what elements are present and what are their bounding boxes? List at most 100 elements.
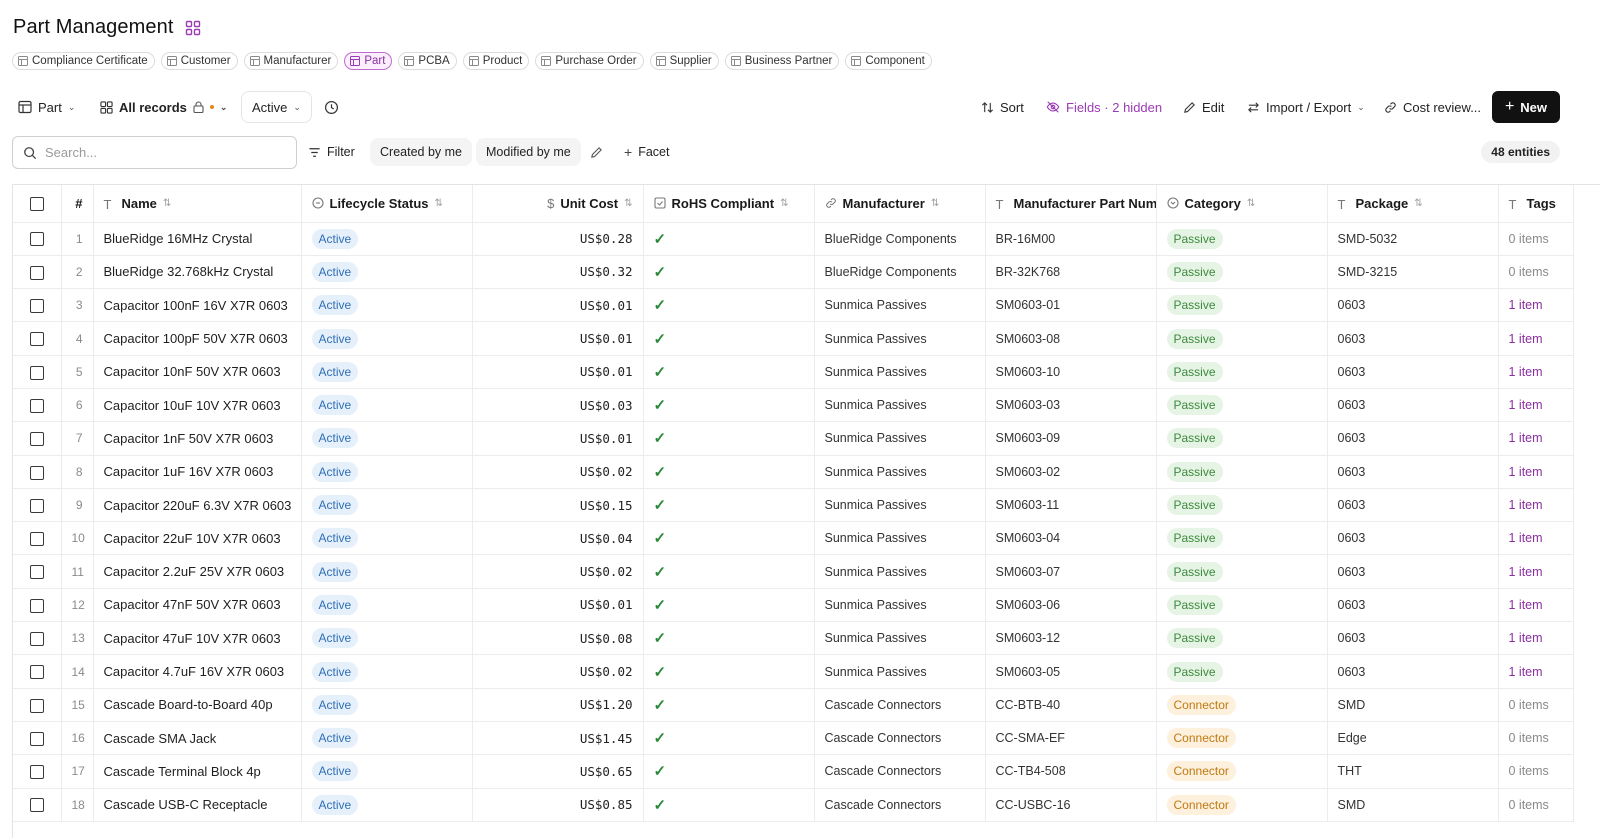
part-name[interactable]: Capacitor 1uF 16V X7R 0603 [93,455,302,489]
table-row[interactable]: 16 Cascade SMA Jack Active US$1.45 ✓ Cascade … [13,721,1574,756]
manufacturer-link[interactable]: Sunmica Passives [814,421,986,456]
tags-cell[interactable]: 0 items [1498,688,1574,722]
tags-cell[interactable]: 0 items [1498,222,1574,256]
part-name[interactable]: Capacitor 4.7uF 16V X7R 0603 [93,654,302,689]
row-checkbox[interactable] [29,698,44,713]
table-row[interactable]: 13 Capacitor 47uF 10V X7R 0603 Active US$0.… [13,621,1574,656]
entity-tab[interactable]: Customer [160,52,238,70]
table-row[interactable]: 15 Cascade Board-to-Board 40p Active US$1.2… [13,688,1574,722]
view-selector[interactable]: All records ⌄ [100,91,227,123]
row-checkbox[interactable] [29,299,44,314]
manufacturer-link[interactable]: Sunmica Passives [814,621,986,656]
manufacturer-link[interactable]: Cascade Connectors [814,688,986,722]
cost-review-button[interactable]: Cost review... [1384,91,1481,123]
part-name[interactable]: Capacitor 10nF 50V X7R 0603 [93,355,302,389]
sort-button[interactable]: Sort [981,91,1024,123]
part-name[interactable]: Capacitor 1nF 50V X7R 0603 [93,421,302,456]
select-all-checkbox[interactable] [29,197,44,212]
part-name[interactable]: Cascade SMA Jack [93,721,302,756]
entity-tab[interactable]: Component [845,52,932,70]
history-button[interactable] [324,91,339,123]
manufacturer-link[interactable]: Sunmica Passives [814,588,986,623]
tags-cell[interactable]: 0 items [1498,255,1574,290]
col-header-category[interactable]: Category ⇅ [1156,185,1328,223]
row-checkbox[interactable] [29,432,44,447]
table-row[interactable]: 5 Capacitor 10nF 50V X7R 0603 Active US$0.0… [13,355,1574,389]
col-header-rohs[interactable]: RoHS Compliant ⇅ [643,185,815,223]
row-checkbox[interactable] [29,265,44,280]
tags-cell[interactable]: 1 item [1498,488,1574,523]
table-row[interactable]: 17 Cascade Terminal Block 4p Active US$0.65… [13,754,1574,789]
row-checkbox[interactable] [29,565,44,580]
part-name[interactable]: Capacitor 2.2uF 25V X7R 0603 [93,554,302,589]
part-name[interactable]: BlueRidge 16MHz Crystal [93,222,302,256]
manufacturer-link[interactable]: Sunmica Passives [814,654,986,689]
created-by-me-chip[interactable]: Created by me [370,138,472,166]
manufacturer-link[interactable]: Cascade Connectors [814,754,986,789]
table-row[interactable]: 9 Capacitor 220uF 6.3V X7R 0603 Active US$0… [13,488,1574,523]
sort-toggle-icon[interactable]: ⇅ [624,198,632,209]
col-header-lifecycle[interactable]: Lifecycle Status ⇅ [301,185,473,223]
entity-tab[interactable]: Manufacturer [243,52,339,70]
entity-tab[interactable]: Business Partner [724,52,840,70]
col-header-package[interactable]: T Package ⇅ [1327,185,1499,223]
manufacturer-link[interactable]: BlueRidge Components [814,222,986,256]
table-row[interactable]: 8 Capacitor 1uF 16V X7R 0603 Active US$0.02… [13,455,1574,489]
edit-button[interactable]: Edit [1183,91,1224,123]
tags-cell[interactable]: 1 item [1498,421,1574,456]
modified-by-me-chip[interactable]: Modified by me [476,138,581,166]
part-name[interactable]: Cascade USB-C Receptacle [93,788,302,822]
manufacturer-link[interactable]: BlueRidge Components [814,255,986,290]
facet-button[interactable]: + Facet [624,138,669,166]
sort-toggle-icon[interactable]: ⇅ [1247,198,1255,209]
tags-cell[interactable]: 1 item [1498,321,1574,356]
sort-toggle-icon[interactable]: ⇅ [780,198,788,209]
edit-filters-button[interactable] [590,138,603,166]
fields-button[interactable]: Fields · 2 hidden [1046,91,1162,123]
tags-cell[interactable]: 1 item [1498,621,1574,656]
table-row[interactable]: 4 Capacitor 100pF 50V X7R 0603 Active US$0.… [13,321,1574,356]
manufacturer-link[interactable]: Cascade Connectors [814,721,986,756]
row-checkbox[interactable] [29,665,44,680]
row-checkbox[interactable] [29,498,44,513]
table-row[interactable]: 11 Capacitor 2.2uF 25V X7R 0603 Active US$0… [13,554,1574,589]
entity-selector[interactable]: Part ⌄ [18,91,75,123]
tags-cell[interactable]: 1 item [1498,554,1574,589]
filter-button[interactable]: Filter [308,138,355,166]
tags-cell[interactable]: 1 item [1498,288,1574,323]
row-checkbox[interactable] [29,398,44,413]
part-name[interactable]: Capacitor 100nF 16V X7R 0603 [93,288,302,323]
manufacturer-link[interactable]: Sunmica Passives [814,388,986,423]
manufacturer-link[interactable]: Sunmica Passives [814,288,986,323]
search-box[interactable] [12,136,297,169]
table-row[interactable]: 12 Capacitor 47nF 50V X7R 0603 Active US$0.… [13,588,1574,623]
col-header-mpn[interactable]: T Manufacturer Part Number [985,185,1157,223]
row-checkbox[interactable] [29,232,44,247]
tags-cell[interactable]: 1 item [1498,588,1574,623]
col-header-unit-cost[interactable]: $ Unit Cost ⇅ [472,185,644,223]
manufacturer-link[interactable]: Sunmica Passives [814,455,986,489]
tags-cell[interactable]: 1 item [1498,521,1574,556]
tags-cell[interactable]: 0 items [1498,754,1574,789]
row-checkbox[interactable] [29,731,44,746]
manufacturer-link[interactable]: Sunmica Passives [814,488,986,523]
col-header-name[interactable]: T Name ⇅ [93,185,302,223]
manufacturer-link[interactable]: Sunmica Passives [814,554,986,589]
table-row[interactable]: 2 BlueRidge 32.768kHz Crystal Active US$0.3… [13,255,1574,290]
manufacturer-link[interactable]: Sunmica Passives [814,521,986,556]
part-name[interactable]: BlueRidge 32.768kHz Crystal [93,255,302,290]
row-checkbox[interactable] [29,798,44,813]
status-filter-dropdown[interactable]: Active ⌄ [241,91,312,123]
new-button[interactable]: + New [1492,91,1560,123]
col-header-tags[interactable]: T Tags [1498,185,1574,223]
table-row[interactable]: 1 BlueRidge 16MHz Crystal Active US$0.28 ✓ Bl… [13,222,1574,256]
row-checkbox[interactable] [29,631,44,646]
row-checkbox[interactable] [29,465,44,480]
table-row[interactable]: 18 Cascade USB-C Receptacle Active US$0.85 ✓… [13,788,1574,822]
layout-grid-icon[interactable] [185,20,201,36]
sort-toggle-icon[interactable]: ⇅ [435,198,443,209]
tags-cell[interactable]: 1 item [1498,355,1574,389]
sort-toggle-icon[interactable]: ⇅ [931,198,939,209]
row-checkbox[interactable] [29,532,44,547]
tags-cell[interactable]: 1 item [1498,455,1574,489]
